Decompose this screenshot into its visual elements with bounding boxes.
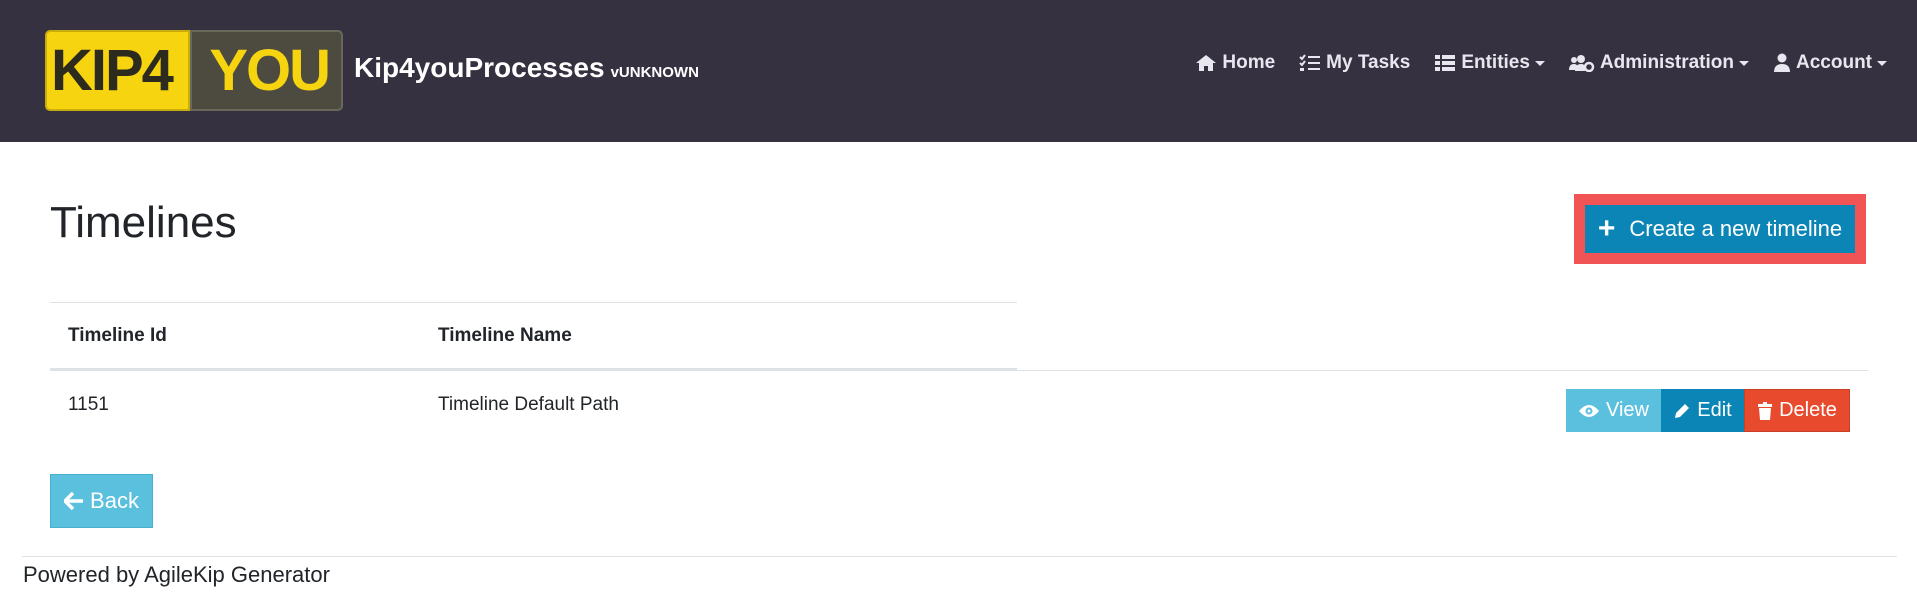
top-navbar: KIP4 YOU Kip4youProcesses vUNKNOWN Home M… [0,0,1917,142]
delete-button-label: Delete [1779,399,1837,421]
delete-button[interactable]: Delete [1744,389,1850,432]
nav-account[interactable]: Account [1773,52,1887,74]
edit-button-label: Edit [1697,399,1732,421]
chevron-down-icon [1877,60,1887,66]
pencil-icon [1675,403,1690,418]
nav-home[interactable]: Home [1195,52,1275,74]
create-timeline-button[interactable]: + Create a new timeline [1585,205,1855,253]
nav-administration-label: Administration [1599,52,1734,73]
brand-name: Kip4youProcesses [354,52,605,83]
chevron-down-icon [1739,60,1749,66]
edit-button[interactable]: Edit [1661,389,1744,432]
user-icon [1774,53,1790,72]
create-timeline-label: Create a new timeline [1629,216,1843,241]
footer-divider [22,556,1897,557]
logo-right-block: YOU [190,30,343,111]
nav-home-label: Home [1222,52,1276,73]
column-header-timeline-name[interactable]: Timeline Name [438,325,572,347]
nav-account-label: Account [1796,52,1872,73]
back-button-label: Back [90,488,139,513]
cell-timeline-name: Timeline Default Path [438,394,619,415]
plus-icon: + [1597,212,1616,245]
nav-administration[interactable]: Administration [1568,52,1749,74]
trash-icon [1758,401,1773,420]
footer-text: Powered by AgileKip Generator [23,562,330,587]
row-action-group: View Edit Delete [1566,389,1850,432]
table-icon [1435,55,1456,71]
brand-logo[interactable]: KIP4 YOU [45,30,343,111]
nav-my-tasks[interactable]: My Tasks [1299,52,1410,74]
table-row-border [50,370,1868,371]
view-button-label: View [1606,399,1649,421]
nav-my-tasks-label: My Tasks [1326,52,1411,73]
home-icon [1196,55,1217,71]
nav-entities-label: Entities [1461,52,1530,73]
column-header-timeline-id[interactable]: Timeline Id [68,325,167,347]
brand-title[interactable]: Kip4youProcesses vUNKNOWN [354,52,699,84]
page-title: Timelines [50,198,237,247]
eye-icon [1579,404,1599,417]
tasks-icon [1299,54,1321,71]
back-button[interactable]: Back [50,474,153,528]
logo-left-block: KIP4 [45,30,190,111]
users-cog-icon [1568,55,1595,72]
main-nav: Home My Tasks Entities Administration Ac… [1195,52,1887,74]
arrow-left-icon [64,492,84,510]
cell-timeline-id: 1151 [68,394,109,415]
nav-entities[interactable]: Entities [1434,52,1545,74]
view-button[interactable]: View [1566,389,1661,432]
brand-version: vUNKNOWN [610,64,699,81]
chevron-down-icon [1534,60,1545,66]
table-top-border [50,302,1017,303]
